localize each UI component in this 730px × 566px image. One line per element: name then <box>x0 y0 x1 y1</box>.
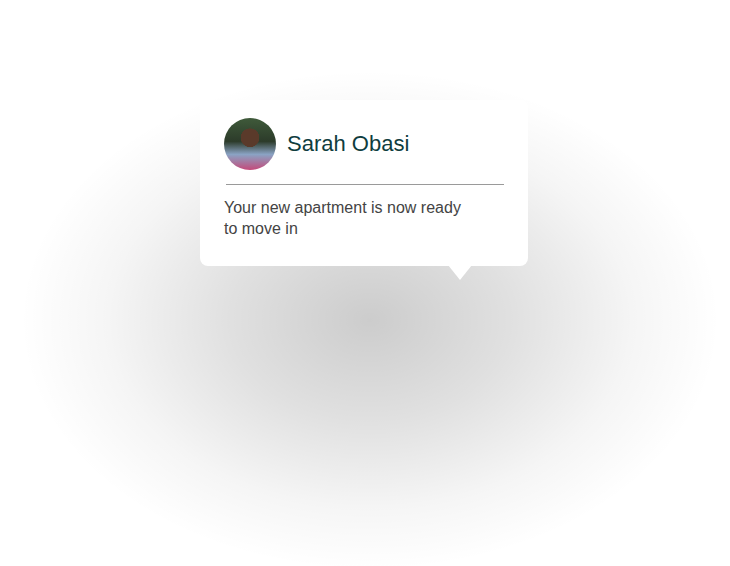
bubble-tail <box>448 265 472 280</box>
notification-bubble: Sarah Obasi Your new apartment is now rea… <box>200 100 528 266</box>
sender-name: Sarah Obasi <box>287 130 409 158</box>
stage: Sarah Obasi Your new apartment is now rea… <box>0 0 730 566</box>
bubble-header: Sarah Obasi <box>224 118 504 170</box>
avatar-photo <box>224 118 276 170</box>
divider <box>226 184 504 185</box>
message-text: Your new apartment is now ready to move … <box>224 197 472 239</box>
